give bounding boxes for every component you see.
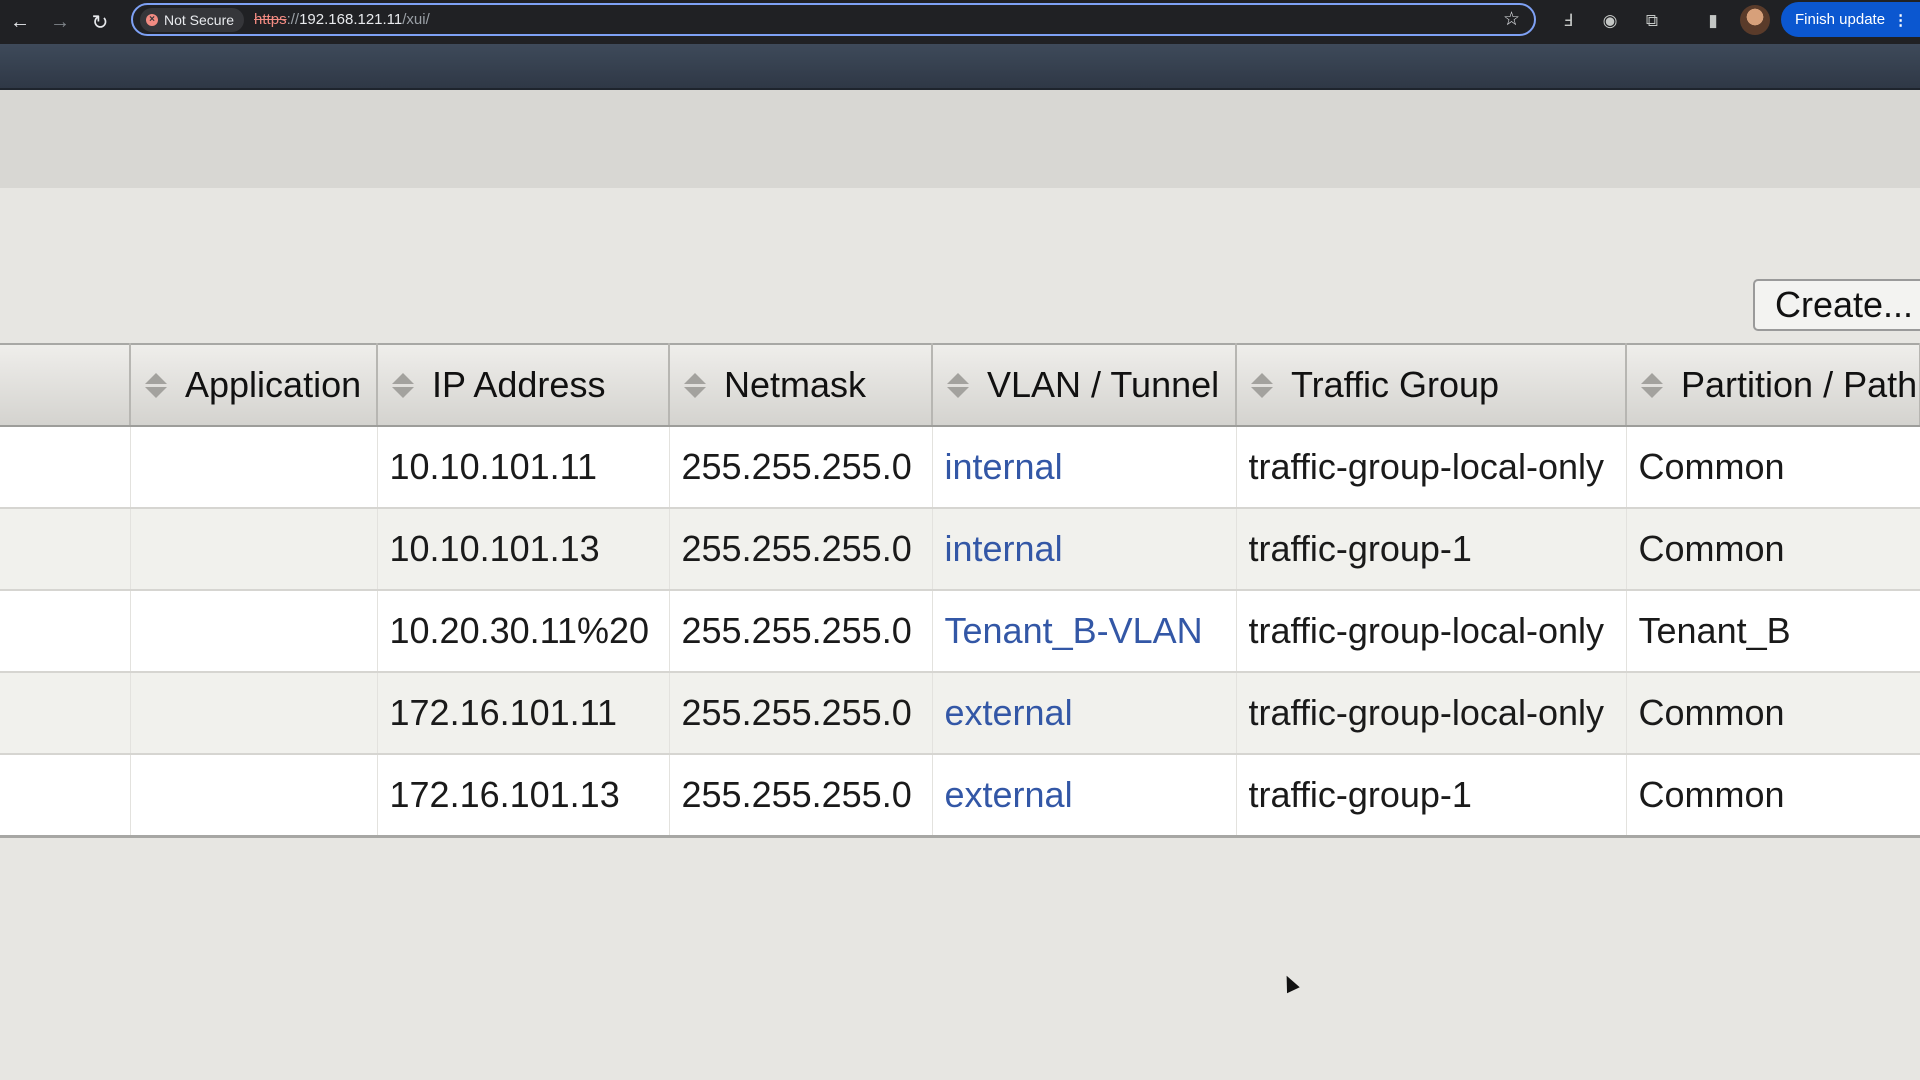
ip-address-cell: 172.16.101.11 [377, 672, 670, 755]
sort-icon[interactable] [143, 372, 169, 398]
back-icon[interactable]: ← [0, 0, 40, 44]
traffic-group-cell: traffic-group-local-only [1236, 426, 1627, 509]
mouse-cursor-icon [1280, 972, 1300, 994]
netmask-cell: 255.255.255.0 [669, 590, 933, 673]
forward-icon[interactable]: → [40, 0, 80, 44]
netmask-cell: 255.255.255.0 [669, 426, 933, 509]
application-cell [130, 590, 378, 673]
vlan-link[interactable]: external [945, 774, 1073, 815]
extensions-puzzle-icon[interactable]: ⧉ [1638, 7, 1666, 35]
vlan-link[interactable]: internal [945, 528, 1063, 569]
column-header-label: Traffic Group [1291, 364, 1500, 405]
more-menu-icon: ⋮ [1893, 11, 1909, 29]
application-cell [130, 508, 378, 591]
column-header-traffic-group[interactable]: Traffic Group [1236, 343, 1627, 427]
url-scheme: https [254, 11, 287, 28]
column-header-select [0, 343, 131, 427]
vlan-cell: internal [932, 426, 1237, 509]
ip-address-cell: 10.20.30.11%20 [377, 590, 670, 673]
partition-cell: Common [1626, 672, 1920, 755]
finish-update-label: Finish update [1795, 11, 1886, 28]
menu-band [0, 90, 1920, 188]
traffic-group-cell: traffic-group-local-only [1236, 672, 1627, 755]
url-text[interactable]: https://192.168.121.11/xui/ [254, 11, 430, 28]
not-secure-icon: × [146, 13, 158, 26]
table-header-row: Application IP Address Netmask VLAN / Tu… [0, 343, 1920, 427]
url-host: 192.168.121.11 [299, 11, 403, 28]
extension-icon[interactable]: ◉ [1596, 7, 1624, 35]
sort-icon[interactable] [1249, 372, 1275, 398]
application-cell [130, 672, 378, 755]
table-row: 10.10.101.13 255.255.255.0 internal traf… [0, 508, 1920, 591]
ip-address-cell: 10.10.101.13 [377, 508, 670, 591]
sort-icon[interactable] [1639, 372, 1665, 398]
partition-cell: Tenant_B [1626, 590, 1920, 673]
partition-cell: Common [1626, 508, 1920, 591]
vlan-cell: Tenant_B-VLAN [932, 590, 1237, 673]
column-header-label: Application [185, 364, 362, 405]
reload-icon[interactable]: ↻ [80, 0, 120, 44]
column-header-vlan-tunnel[interactable]: VLAN / Tunnel [932, 343, 1237, 427]
application-cell [130, 426, 378, 509]
column-header-label: VLAN / Tunnel [987, 364, 1220, 405]
column-header-label: Netmask [724, 364, 867, 405]
side-panel-icon[interactable]: ▮ [1699, 7, 1727, 35]
traffic-group-cell: traffic-group-local-only [1236, 590, 1627, 673]
column-header-ip-address[interactable]: IP Address [377, 343, 670, 427]
application-cell [130, 754, 378, 838]
sort-icon[interactable] [945, 372, 971, 398]
address-bar[interactable]: × Not Secure https://192.168.121.11/xui/… [131, 3, 1536, 36]
row-select-cell [0, 672, 131, 755]
row-select-cell [0, 590, 131, 673]
netmask-cell: 255.255.255.0 [669, 672, 933, 755]
traffic-group-cell: traffic-group-1 [1236, 508, 1627, 591]
vlan-cell: external [932, 672, 1237, 755]
profile-avatar[interactable] [1740, 5, 1770, 35]
ip-address-cell: 10.10.101.11 [377, 426, 670, 509]
traffic-group-cell: traffic-group-1 [1236, 754, 1627, 838]
sort-icon[interactable] [390, 372, 416, 398]
column-header-application[interactable]: Application [130, 343, 378, 427]
row-select-cell [0, 426, 131, 509]
column-header-partition-path[interactable]: Partition / Path [1626, 343, 1920, 427]
bookmark-star-icon[interactable]: ☆ [1503, 8, 1520, 31]
netmask-cell: 255.255.255.0 [669, 508, 933, 591]
partition-cell: Common [1626, 426, 1920, 509]
sort-icon[interactable] [682, 372, 708, 398]
vlan-link[interactable]: internal [945, 446, 1063, 487]
table-row: 10.20.30.11%20 255.255.255.0 Tenant_B-VL… [0, 590, 1920, 673]
url-separator: :// [286, 11, 300, 28]
finish-update-button[interactable]: Finish update ⋮ [1781, 2, 1920, 37]
browser-toolbar: ← → ↻ × Not Secure https://192.168.121.1… [0, 0, 1920, 44]
netmask-cell: 255.255.255.0 [669, 754, 933, 838]
self-ip-table: Application IP Address Netmask VLAN / Tu… [0, 343, 1920, 838]
row-select-cell [0, 508, 131, 591]
column-header-label: Partition / Path [1681, 364, 1918, 405]
vlan-cell: external [932, 754, 1237, 838]
partition-cell: Common [1626, 754, 1920, 838]
table-row: 172.16.101.13 255.255.255.0 external tra… [0, 754, 1920, 838]
column-header-netmask[interactable]: Netmask [669, 343, 933, 427]
vlan-cell: internal [932, 508, 1237, 591]
create-button[interactable]: Create... [1753, 279, 1920, 331]
row-select-cell [0, 754, 131, 838]
security-label: Not Secure [164, 11, 235, 28]
table-row: 10.10.101.11 255.255.255.0 internal traf… [0, 426, 1920, 509]
reading-mode-icon[interactable]: Ⅎ [1554, 7, 1582, 35]
table-row: 172.16.101.11 255.255.255.0 external tra… [0, 672, 1920, 755]
security-chip[interactable]: × Not Secure [140, 7, 245, 32]
url-path: /xui/ [402, 11, 430, 28]
app-banner [0, 44, 1920, 90]
ip-address-cell: 172.16.101.13 [377, 754, 670, 838]
column-header-label: IP Address [432, 364, 606, 405]
vlan-link[interactable]: external [945, 692, 1073, 733]
vlan-link[interactable]: Tenant_B-VLAN [945, 610, 1203, 651]
